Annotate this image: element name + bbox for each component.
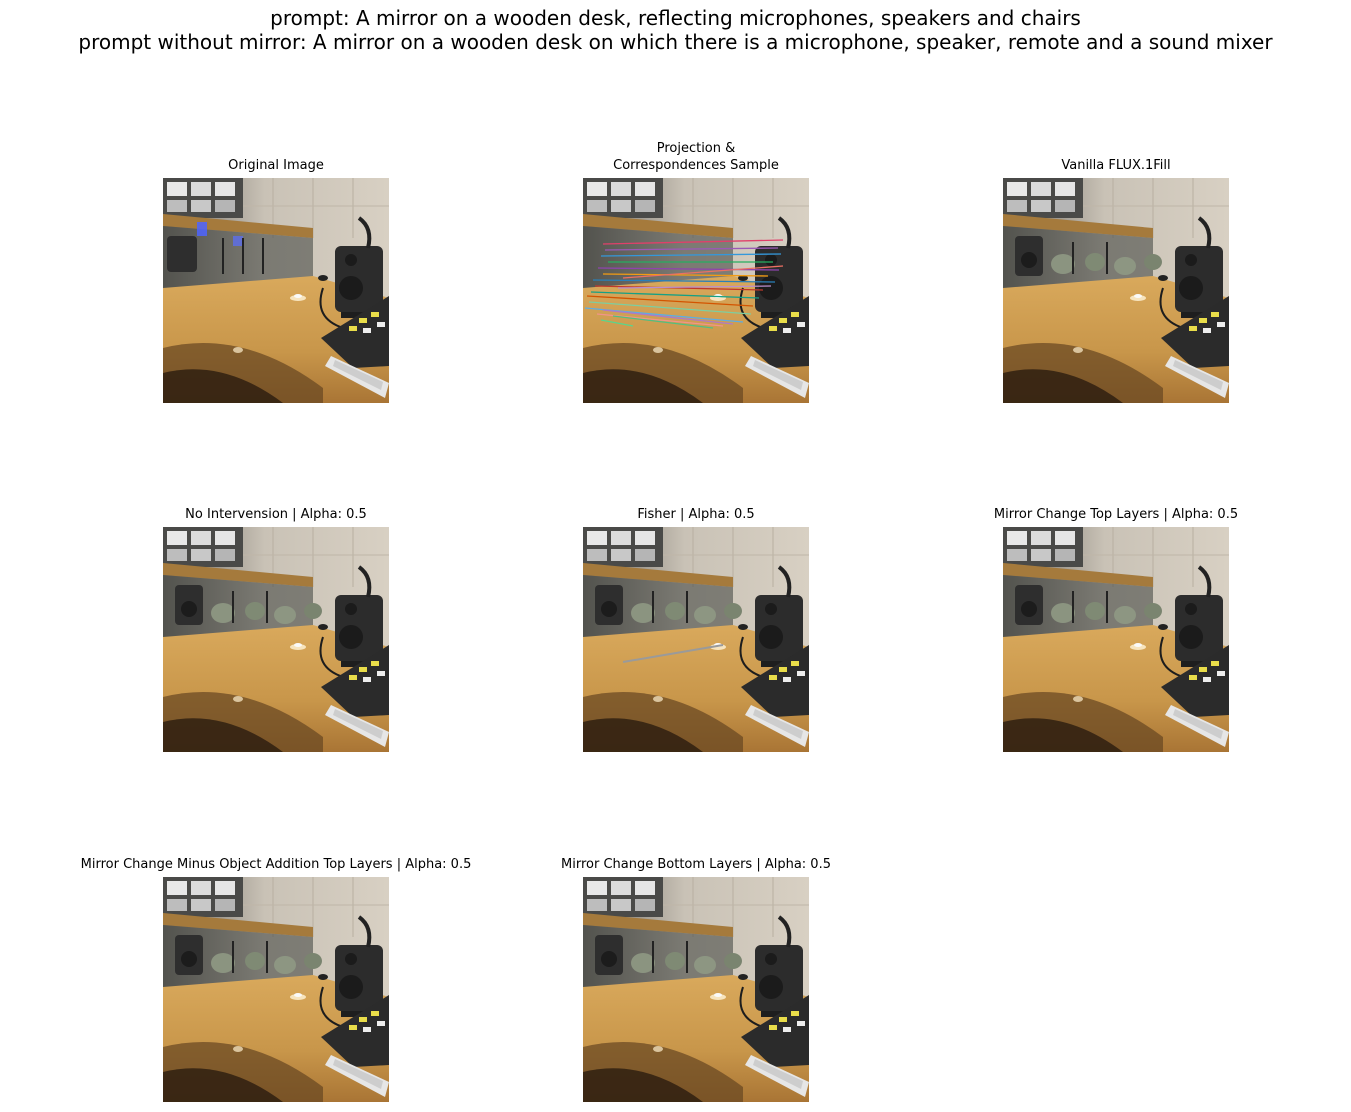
image-projection xyxy=(583,178,809,403)
panel-title-top-layers: Mirror Change Top Layers | Alpha: 0.5 xyxy=(993,507,1239,522)
scene-no-intervention xyxy=(163,527,389,752)
scene-fisher xyxy=(583,527,809,752)
scene-minus-object xyxy=(163,877,389,1102)
scene-original xyxy=(163,178,389,403)
image-original xyxy=(163,178,389,403)
panel-title-vanilla: Vanilla FLUX.1Fill xyxy=(1061,158,1171,173)
scene-bottom-layers xyxy=(583,877,809,1102)
scene-top-layers xyxy=(1003,527,1229,752)
panel-title-original: Original Image xyxy=(228,158,324,173)
panel-title-projection: Projection & Correspondences Sample xyxy=(613,141,779,173)
prompt-without-mirror-line: prompt without mirror: A mirror on a woo… xyxy=(78,30,1273,54)
panel-title-minus-object: Mirror Change Minus Object Addition Top … xyxy=(80,857,472,872)
image-top-layers xyxy=(1003,527,1229,752)
image-no-intervention xyxy=(163,527,389,752)
figure-suptitle: prompt: A mirror on a wooden desk, refle… xyxy=(0,6,1351,54)
panel-title-bottom-layers: Mirror Change Bottom Layers | Alpha: 0.5 xyxy=(561,857,831,872)
scene-projection xyxy=(583,178,809,403)
image-minus-object xyxy=(163,877,389,1102)
image-vanilla xyxy=(1003,178,1229,403)
image-fisher xyxy=(583,527,809,752)
panel-title-fisher: Fisher | Alpha: 0.5 xyxy=(637,507,755,522)
panel-title-no-intervention: No Intervension | Alpha: 0.5 xyxy=(185,507,367,522)
prompt-line: prompt: A mirror on a wooden desk, refle… xyxy=(270,6,1081,30)
image-bottom-layers xyxy=(583,877,809,1102)
scene-vanilla xyxy=(1003,178,1229,403)
